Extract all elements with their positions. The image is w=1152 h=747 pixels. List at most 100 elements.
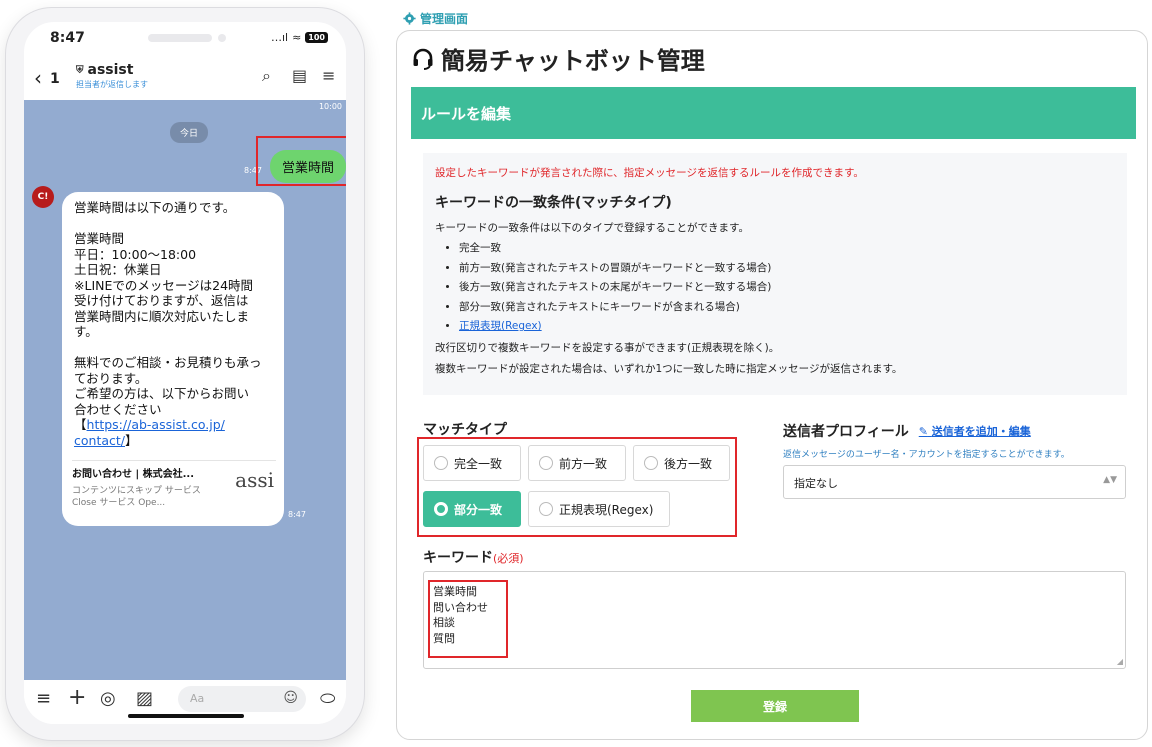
microphone-icon[interactable]: ⬭ [320,688,335,709]
radio-label: 部分一致 [454,502,503,517]
sender-profile-select[interactable]: 指定なし ▲▼ [783,465,1126,499]
select-value: 指定なし [794,477,838,490]
resize-handle-icon[interactable]: ◢ [1117,657,1123,666]
message-line [74,216,272,232]
bot-message-bubble[interactable]: 営業時間は以下の通りです。 営業時間 平日：10:00〜18:00 土日祝：休業… [62,192,284,526]
highlight-box [256,136,346,186]
info-intro: キーワードの一致条件は以下のタイプで登録することができます。 [435,222,749,234]
emoji-icon[interactable]: ☺ [283,690,298,706]
date-separator: 今日 [170,122,209,143]
admin-label-text: 管理画面 [420,12,469,26]
keyword-label-text: キーワード [423,550,493,566]
message-line: 営業時間内に順次対応いたしま [74,308,250,324]
regex-link[interactable]: 正規表現(Regex) [459,320,542,332]
phone-mockup: 8:47 …ıl ≈ 100 ‹ 1 ⛨ assist 担当者が返信します ⌕ … [6,8,364,740]
info-note-2: 複数キーワードが設定された場合は、いずれか1つに一致した時に指定メッセージが返信… [435,362,903,375]
shield-icon: ⛨ [76,64,84,76]
menu-icon[interactable]: ≡ [36,688,51,709]
chat-header: ‹ 1 ⛨ assist 担当者が返信します ⌕ ▤ ≡ [24,54,346,100]
radio-suffix-match[interactable]: 後方一致 [633,445,730,481]
keyword-line: 問い合わせ [433,600,488,614]
bracket-close: 】 [125,432,138,448]
bot-avatar[interactable]: C! [32,186,54,208]
input-placeholder: Aa [190,692,205,705]
sender-profile-description: 返信メッセージのユーザー名・アカウントを指定することができます。 [783,450,1070,460]
message-input[interactable]: Aa ☺ [178,686,306,712]
list-item: 前方一致(発言されたテキストの冒頭がキーワードと一致する場合) [459,259,1115,279]
match-type-label: マッチタイプ [423,422,507,438]
gear-icon [403,12,416,25]
message-line: 無料でのご相談・お見積りも承っ [74,355,262,370]
radio-label: 後方一致 [664,456,713,471]
info-heading: キーワードの一致条件(マッチタイプ) [435,195,672,211]
info-warning: 設定したキーワードが発言された際に、指定メッセージを返信するルールを作成できます… [435,167,864,179]
contact-link-line: contact/】 [74,433,272,449]
chat-message-area[interactable]: 10:00 今日 8:47 営業時間 C! 営業時間は以下の通りです。 営業時間… [24,100,346,680]
camera-dot [218,34,226,42]
list-item-regex: 正規表現(Regex) [459,317,1115,337]
notes-icon[interactable]: ▤ [292,66,307,85]
radio-exact-match[interactable]: 完全一致 [423,445,521,481]
contact-link-line: 【https://ab-assist.co.jp/ [74,417,272,433]
preview-description: コンテンツにスキップ サービス Close サービス Ope... [72,485,201,508]
radio-partial-match[interactable]: 部分一致 [423,491,521,527]
list-item: 部分一致(発言されたテキストにキーワードが含まれる場合) [459,298,1115,318]
preview-logo: assi [235,468,274,492]
status-bar: 8:47 …ıl ≈ 100 [24,22,346,54]
keyword-textarea[interactable]: 営業時間 問い合わせ 相談 質問 ◢ [423,571,1126,669]
sender-profile-label: 送信者プロフィール ✎ 送信者を追加・編集 [783,421,1031,441]
radio-circle [434,456,448,470]
message-line: す。 [74,324,98,339]
list-item: 後方一致(発言されたテキストの末尾がキーワードと一致する場合) [459,278,1115,298]
message-line: 営業時間は以下の通りです。 [74,200,236,215]
menu-icon[interactable]: ≡ [322,66,335,85]
headset-icon [413,48,433,70]
section-header: ルールを編集 [411,87,1136,139]
contact-url-link-cont[interactable]: contact/ [74,433,125,448]
bot-message-time: 8:47 [288,510,306,519]
unread-count[interactable]: 1 [50,71,60,87]
camera-icon[interactable]: ◎ [100,688,116,709]
highlight-box: 営業時間 問い合わせ 相談 質問 [428,580,508,658]
chevron-updown-icon: ▲▼ [1103,475,1117,485]
page-title-text: 簡易チャットボット管理 [441,47,705,75]
message-line: 営業時間 [74,231,125,246]
contact-url-link[interactable]: https://ab-assist.co.jp/ [87,417,225,432]
radio-label: 前方一致 [559,456,608,471]
image-icon[interactable]: ▨ [136,688,153,709]
radio-label: 正規表現(Regex) [559,502,654,517]
back-icon[interactable]: ‹ [34,66,42,90]
keyword-line: 営業時間 [433,585,477,598]
radio-prefix-match[interactable]: 前方一致 [528,445,626,481]
info-box: 設定したキーワードが発言された際に、指定メッセージを返信するルールを作成できます… [423,153,1127,395]
keyword-line: 相談 [433,616,455,629]
chat-room-subtitle: 担当者が返信します [76,80,148,89]
radio-label: 完全一致 [454,456,503,471]
keyword-line: 質問 [433,631,455,645]
message-line: 土日祝：休業日 [74,262,162,277]
message-line [74,340,272,356]
chat-room-info: ⛨ assist 担当者が返信します [76,62,148,90]
admin-panel: 簡易チャットボット管理 ルールを編集 設定したキーワードが発言された際に、指定メ… [396,30,1148,740]
status-time: 8:47 [50,30,85,46]
search-icon[interactable]: ⌕ [262,66,271,86]
dynamic-island [148,34,212,42]
battery-icon: 100 [305,32,328,43]
keyword-label: キーワード(必須) [423,547,524,567]
message-line: ご希望の方は、以下からお問い [74,386,250,401]
admin-screen-label: 管理画面 [403,10,468,27]
radio-circle [539,456,553,470]
page-title: 簡易チャットボット管理 [411,41,705,76]
message-line: 受け付けておりますが、返信は [74,293,249,308]
chat-room-name: assist [87,62,134,78]
wifi-icon: ≈ [292,31,302,44]
message-line: ております。 [74,370,148,386]
edit-sender-link[interactable]: ✎ 送信者を追加・編集 [919,423,1031,439]
plus-icon[interactable]: + [68,685,86,710]
submit-button[interactable]: 登録 [691,690,859,722]
link-preview-card[interactable]: お問い合わせ | 株式会社... コンテンツにスキップ サービス Close サ… [72,460,276,514]
list-item: 完全一致 [459,239,1115,259]
radio-circle [644,456,658,470]
message-line: ※LINEでのメッセージは24時間 [74,277,254,293]
radio-regex[interactable]: 正規表現(Regex) [528,491,670,527]
